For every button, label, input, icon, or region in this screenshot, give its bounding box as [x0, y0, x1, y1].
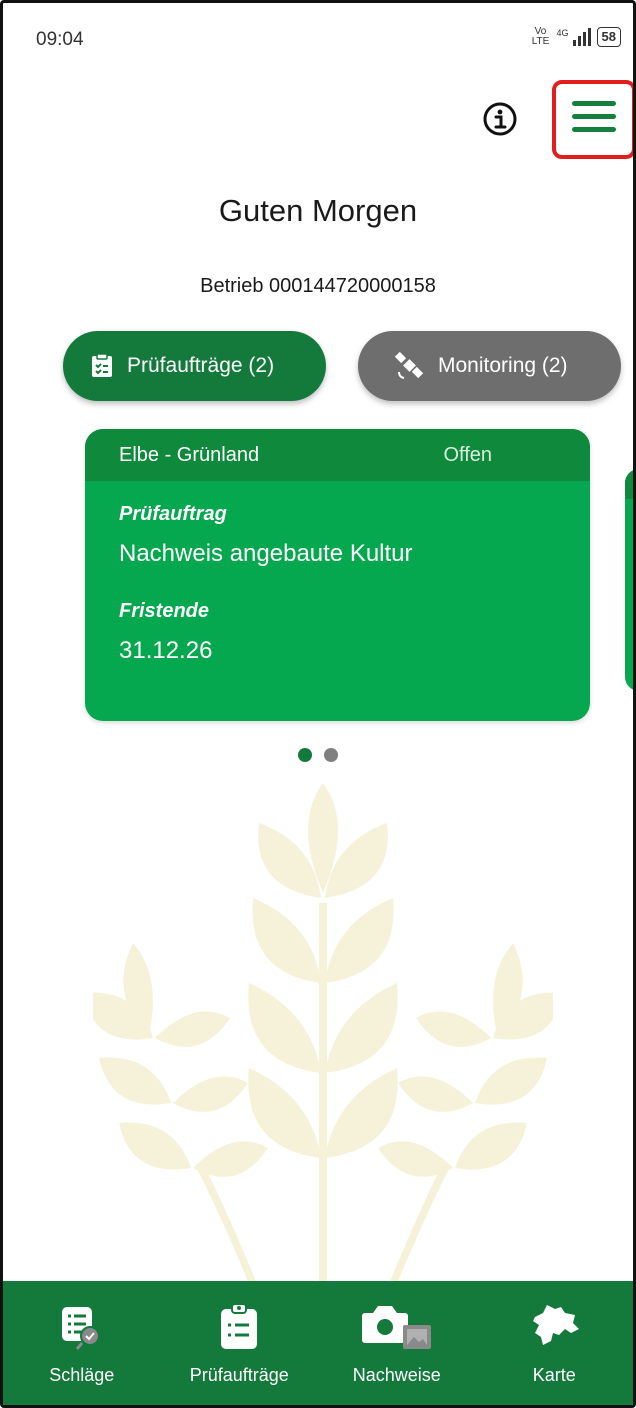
pager-dots — [3, 748, 633, 762]
auftrag-label: Prüfauftrag — [119, 503, 227, 525]
task-card-field: Elbe - Grünland — [119, 443, 260, 466]
nav-item-nachweise[interactable]: Nachweise — [318, 1281, 476, 1405]
task-card-body: Prüfauftrag Nachweis angebaute Kultur Fr… — [85, 481, 590, 719]
task-card-header: Elbe - Grünland Offen — [85, 429, 590, 481]
pager-dot-inactive[interactable] — [324, 748, 338, 762]
betrieb-number: Betrieb 000144720000158 — [200, 275, 436, 297]
battery-icon: 58 — [596, 27, 621, 47]
nav-item-pruefauftraege[interactable]: Prüfaufträge — [161, 1281, 319, 1405]
hamburger-menu-icon[interactable] — [572, 101, 616, 137]
info-icon[interactable] — [482, 101, 518, 137]
nav-item-karte[interactable]: Karte — [476, 1281, 634, 1405]
next-task-card-peek-header — [625, 469, 633, 499]
system-icons: Vo LTE 4G 58 — [531, 27, 621, 47]
network-type: 4G — [556, 28, 569, 38]
status-bar: 09:04 Vo LTE 4G 58 — [3, 3, 633, 73]
camera-gallery-icon — [361, 1306, 431, 1349]
nav-label-nachweise: Nachweise — [352, 1365, 441, 1385]
clipboard-list-icon — [92, 354, 112, 377]
nav-item-schlaege[interactable]: Schläge — [3, 1281, 161, 1405]
frist-value: 31.12.26 — [119, 637, 213, 664]
status-time: 09:04 — [36, 29, 84, 50]
map-region-icon — [533, 1305, 580, 1345]
auftrag-value: Nachweis angebaute Kultur — [119, 540, 413, 567]
clipboard-icon — [221, 1303, 258, 1349]
next-task-card-peek[interactable] — [625, 469, 633, 691]
satellite-icon — [394, 352, 424, 379]
nav-label-karte: Karte — [532, 1365, 576, 1385]
nav-label-pruefauftraege: Prüfaufträge — [189, 1365, 289, 1385]
pruefauftraege-chip[interactable]: Prüfaufträge (2) — [63, 331, 326, 401]
monitoring-chip[interactable]: Monitoring (2) — [358, 331, 621, 401]
greeting-title: Guten Morgen — [218, 193, 418, 228]
field-list-search-icon — [61, 1307, 100, 1350]
signal-icon: 4G — [557, 28, 591, 46]
app-screen: 09:04 Vo LTE 4G 58 Guten Morgen Betrieb … — [0, 0, 636, 1408]
task-card-status: Offen — [443, 443, 492, 466]
wheat-illustration — [93, 783, 553, 1323]
volte-icon: Vo LTE — [531, 26, 550, 47]
pruefauftraege-chip-label: Prüfaufträge (2) — [127, 354, 275, 377]
task-card[interactable]: Elbe - Grünland Offen Prüfauftrag Nachwe… — [85, 429, 590, 721]
bottom-navigation: Schläge Prüfaufträge Nachweise Karte — [3, 1281, 633, 1405]
frist-label: Fristende — [119, 600, 210, 622]
pager-dot-active[interactable] — [298, 748, 312, 762]
monitoring-chip-label: Monitoring (2) — [438, 354, 568, 377]
nav-label-schlaege: Schläge — [49, 1365, 115, 1385]
